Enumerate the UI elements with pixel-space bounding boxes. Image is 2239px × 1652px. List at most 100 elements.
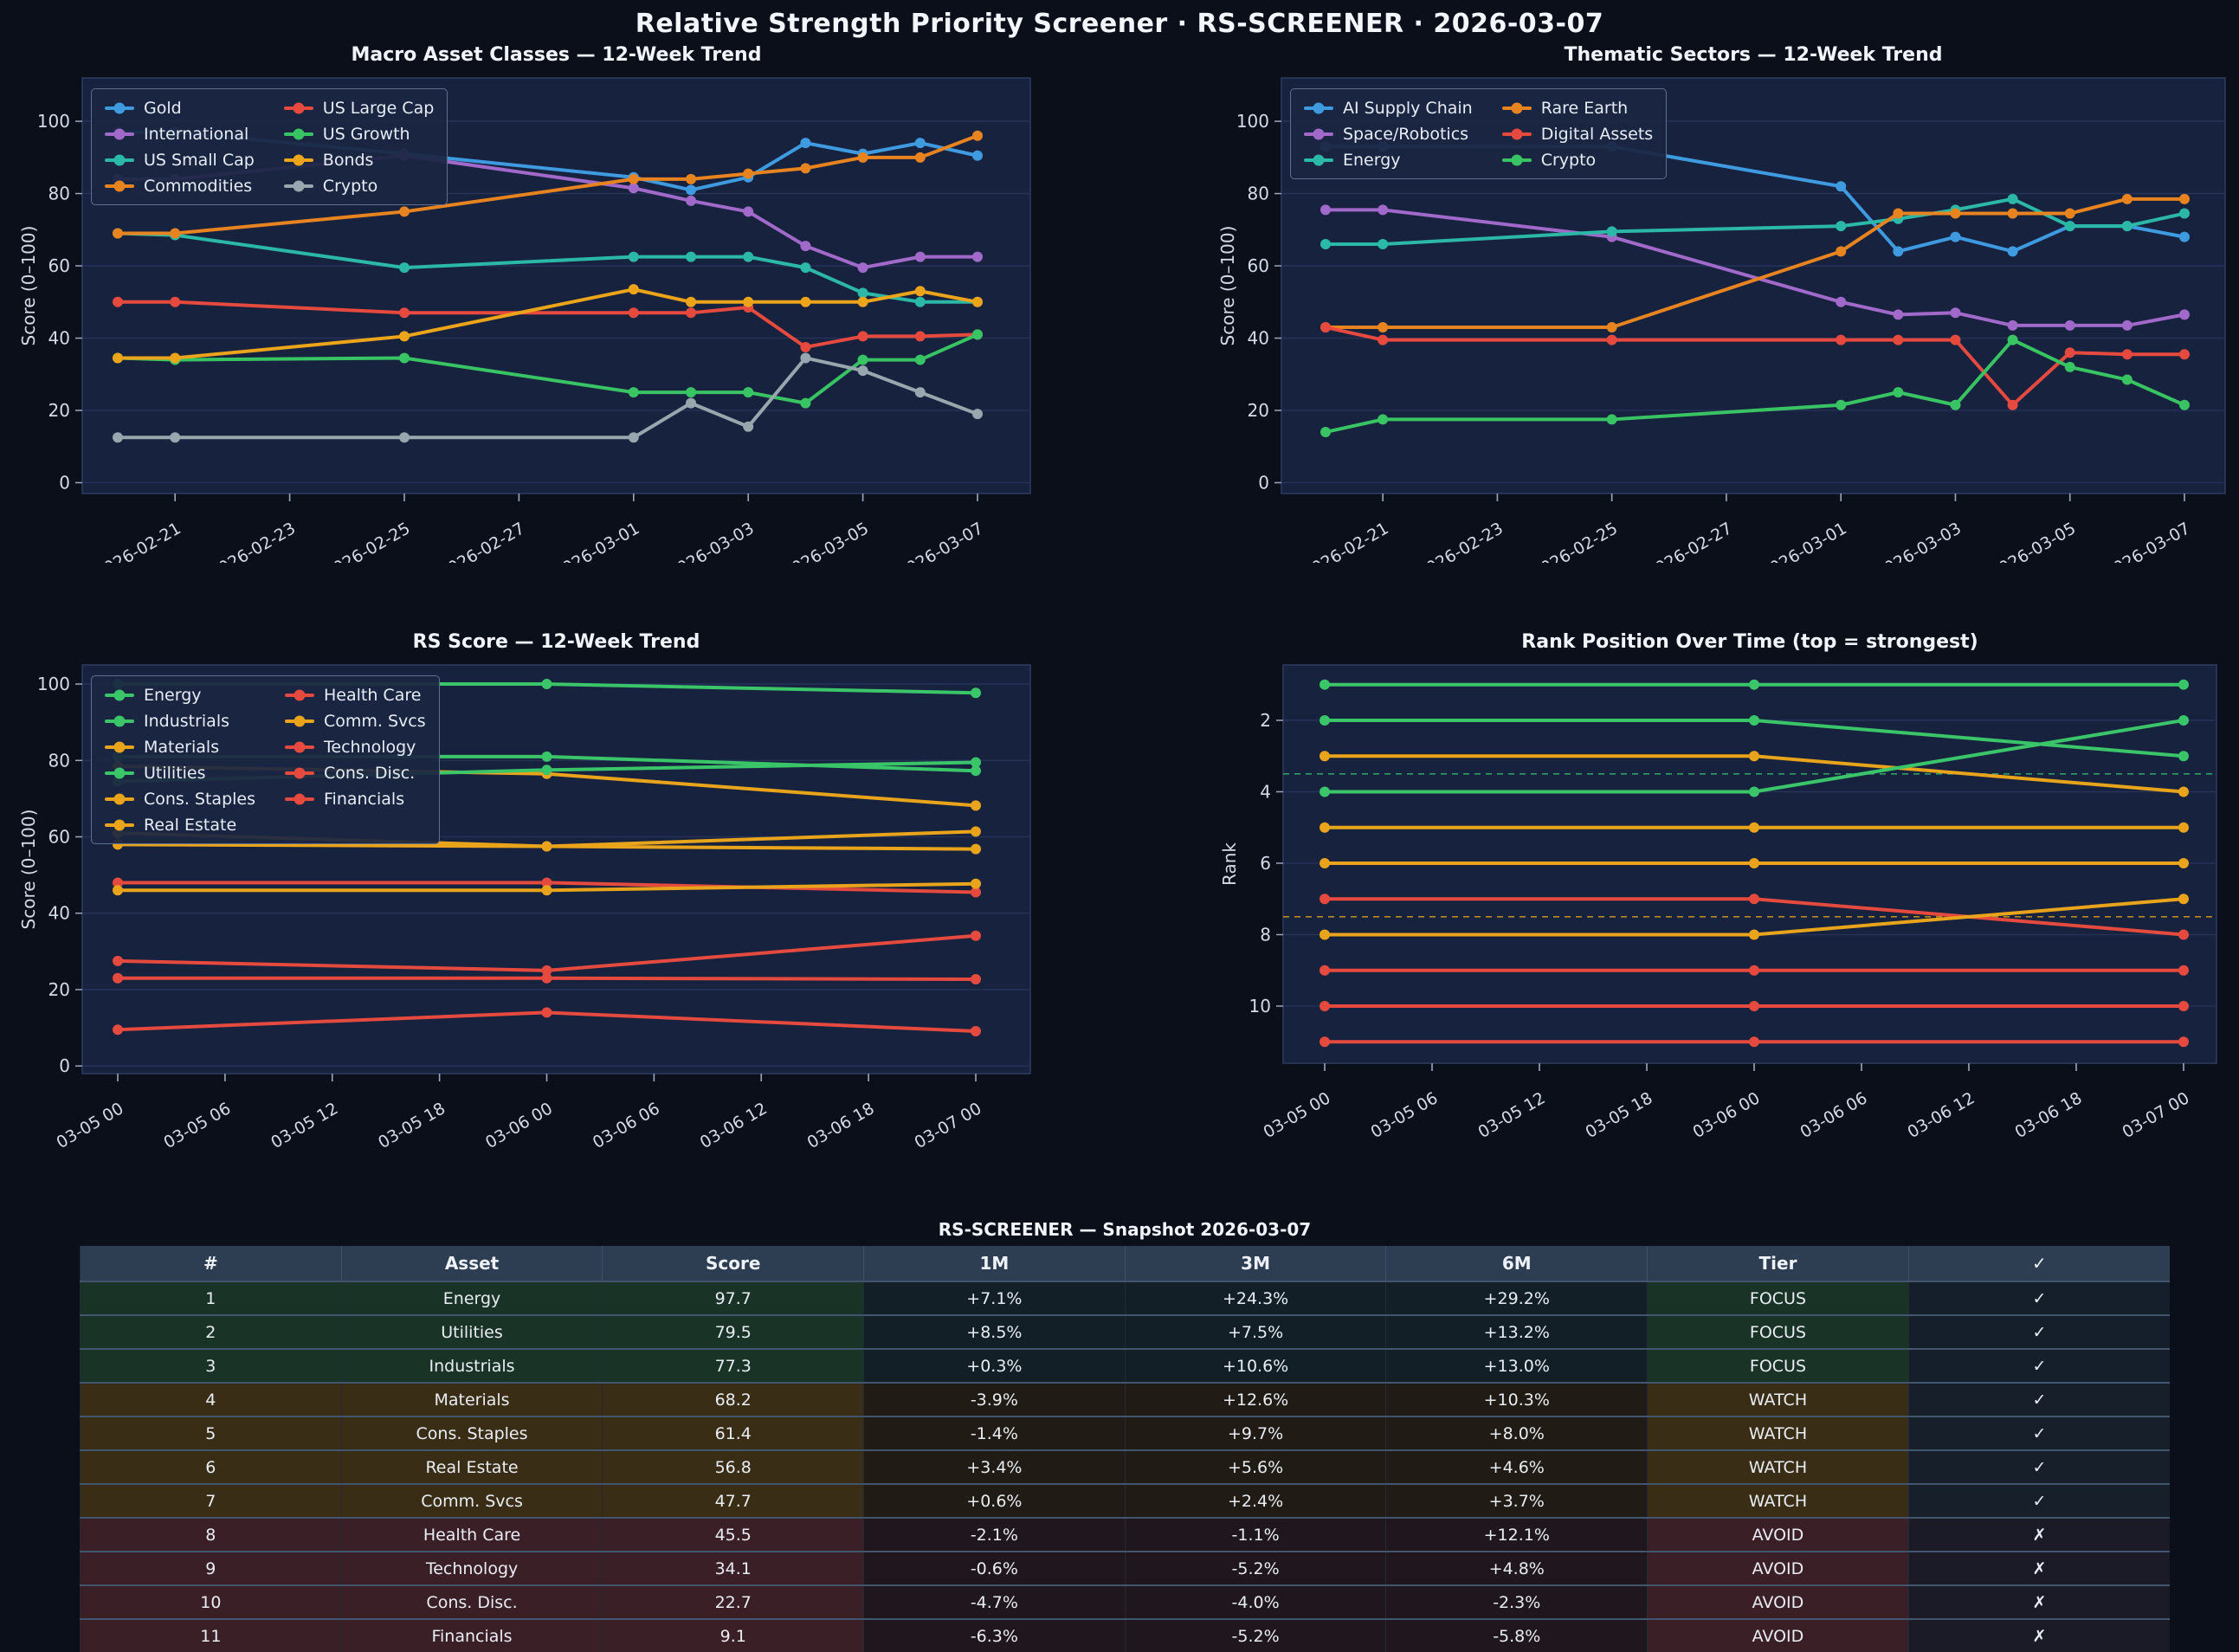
legend-item-industrials[interactable]: Industrials <box>105 709 255 732</box>
table-row[interactable]: 6Real Estate56.8+3.4%+5.6%+4.6%WATCH✓ <box>81 1450 2171 1484</box>
svg-text:40: 40 <box>48 903 70 924</box>
table-row[interactable]: 10Cons. Disc.22.7-4.7%-4.0%-2.3%AVOID✗ <box>81 1585 2171 1619</box>
svg-text:4: 4 <box>1260 781 1271 802</box>
pct-1m-cell: +7.1% <box>864 1281 1126 1315</box>
legend-item-technology[interactable]: Technology <box>285 735 426 758</box>
asset-cell: Comm. Svcs <box>341 1484 603 1518</box>
legend-swatch-icon <box>285 720 314 723</box>
tier-badge: AVOID <box>1648 1552 1909 1585</box>
legend-item-international[interactable]: International <box>105 122 255 145</box>
pct-6m-cell: +29.2% <box>1386 1281 1648 1315</box>
legend-item-energy[interactable]: Energy <box>1304 148 1473 171</box>
legend-swatch-icon <box>105 720 134 723</box>
pct-1m-cell: +0.3% <box>864 1349 1126 1383</box>
screener-table-section: RS-SCREENER — Snapshot 2026-03-07 #Asset… <box>80 1219 2170 1652</box>
table-header: #AssetScore1M3M6MTier✓ <box>81 1246 2171 1281</box>
svg-text:2026-03-05: 2026-03-05 <box>779 519 872 563</box>
svg-text:03-05 06: 03-05 06 <box>1368 1088 1442 1142</box>
pct-1m-cell: +8.5% <box>864 1315 1126 1349</box>
check-cell: ✓ <box>1908 1416 2170 1450</box>
table-row[interactable]: 3Industrials77.3+0.3%+10.6%+13.0%FOCUS✓ <box>81 1349 2171 1383</box>
legend-label: Industrials <box>144 712 229 731</box>
legend-swatch-icon <box>284 106 313 110</box>
legend-item-gold[interactable]: Gold <box>105 96 255 119</box>
table-row[interactable]: 1Energy97.7+7.1%+24.3%+29.2%FOCUS✓ <box>81 1281 2171 1315</box>
pct-6m-cell: +4.8% <box>1386 1552 1648 1585</box>
asset-cell: Cons. Staples <box>341 1416 603 1450</box>
legend-item-comm-svcs[interactable]: Comm. Svcs <box>285 709 426 732</box>
svg-text:80: 80 <box>48 750 70 771</box>
rank-cell: 3 <box>81 1349 342 1383</box>
table-row[interactable]: 9Technology34.1-0.6%-5.2%+4.8%AVOID✗ <box>81 1552 2171 1585</box>
legend-item-space-robotics[interactable]: Space/Robotics <box>1304 122 1473 145</box>
table-row[interactable]: 7Comm. Svcs47.7+0.6%+2.4%+3.7%WATCH✓ <box>81 1484 2171 1518</box>
legend-item-ai-supply-chain[interactable]: AI Supply Chain <box>1304 96 1473 119</box>
legend-item-utilities[interactable]: Utilities <box>105 761 255 784</box>
legend-item-rare-earth[interactable]: Rare Earth <box>1502 96 1654 119</box>
legend-label: Bonds <box>323 151 374 170</box>
thematic-legend: AI Supply Chain Space/Robotics Energy Rare … <box>1290 88 1667 179</box>
table-row[interactable]: 4Materials68.2-3.9%+12.6%+10.3%WATCH✓ <box>81 1383 2171 1416</box>
check-cell: ✗ <box>1908 1552 2170 1585</box>
check-cell: ✓ <box>1908 1484 2170 1518</box>
legend-item-us-growth[interactable]: US Growth <box>284 122 434 145</box>
legend-item-energy[interactable]: Energy <box>105 683 255 707</box>
pct-1m-cell: -4.7% <box>864 1585 1126 1619</box>
legend-item-cons-staples[interactable]: Cons. Staples <box>105 787 255 810</box>
legend-label: AI Supply Chain <box>1343 99 1473 118</box>
tier-badge: AVOID <box>1648 1585 1909 1619</box>
legend-item-commodities[interactable]: Commodities <box>105 174 255 197</box>
legend-item-real-estate[interactable]: Real Estate <box>105 813 255 836</box>
pct-3m-cell: +10.6% <box>1125 1349 1386 1383</box>
column-header-score: Score <box>603 1246 864 1281</box>
score-cell: 45.5 <box>603 1518 864 1552</box>
score-cell: 77.3 <box>603 1349 864 1383</box>
tier-badge: AVOID <box>1648 1518 1909 1552</box>
pct-6m-cell: +12.1% <box>1386 1518 1648 1552</box>
table-row[interactable]: 5Cons. Staples61.4-1.4%+9.7%+8.0%WATCH✓ <box>81 1416 2171 1450</box>
svg-text:03-07 00: 03-07 00 <box>912 1099 985 1152</box>
svg-text:2026-02-23: 2026-02-23 <box>206 519 299 563</box>
table-row[interactable]: 8Health Care45.5-2.1%-1.1%+12.1%AVOID✗ <box>81 1518 2171 1552</box>
svg-text:80: 80 <box>48 184 70 204</box>
svg-text:2026-02-27: 2026-02-27 <box>436 519 528 563</box>
legend-item-cons-disc-[interactable]: Cons. Disc. <box>285 761 426 784</box>
legend-label: Crypto <box>323 177 377 196</box>
legend-item-crypto[interactable]: Crypto <box>1502 148 1654 171</box>
rank-cell: 8 <box>81 1518 342 1552</box>
legend-item-us-large-cap[interactable]: US Large Cap <box>284 96 434 119</box>
svg-text:03-05 18: 03-05 18 <box>375 1099 448 1152</box>
legend-item-financials[interactable]: Financials <box>285 787 426 810</box>
pct-6m-cell: +3.7% <box>1386 1484 1648 1518</box>
rank-plot: 24681003-05 0003-05 0603-05 1203-05 1803… <box>1216 622 2239 1152</box>
svg-text:2: 2 <box>1260 710 1271 731</box>
tier-badge: WATCH <box>1648 1416 1909 1450</box>
pct-6m-cell: -2.3% <box>1386 1585 1648 1619</box>
legend-item-us-small-cap[interactable]: US Small Cap <box>105 148 255 171</box>
svg-text:20: 20 <box>48 400 70 421</box>
legend-swatch-icon <box>284 184 313 188</box>
legend-swatch-icon <box>105 694 134 697</box>
legend-item-health-care[interactable]: Health Care <box>285 683 426 707</box>
svg-text:80: 80 <box>1248 184 1269 204</box>
legend-item-bonds[interactable]: Bonds <box>284 148 434 171</box>
svg-text:03-06 00: 03-06 00 <box>1690 1088 1764 1142</box>
tier-badge: AVOID <box>1648 1619 1909 1652</box>
table-row[interactable]: 2Utilities79.5+8.5%+7.5%+13.2%FOCUS✓ <box>81 1315 2171 1349</box>
legend-item-crypto[interactable]: Crypto <box>284 174 434 197</box>
legend-label: International <box>144 125 248 144</box>
asset-cell: Financials <box>341 1619 603 1652</box>
pct-1m-cell: +0.6% <box>864 1484 1126 1518</box>
legend-swatch-icon <box>284 132 313 136</box>
score-cell: 34.1 <box>603 1552 864 1585</box>
check-cell: ✗ <box>1908 1585 2170 1619</box>
pct-3m-cell: -5.2% <box>1125 1552 1386 1585</box>
svg-text:Score (0–100): Score (0–100) <box>1217 226 1238 346</box>
table-row[interactable]: 11Financials9.1-6.3%-5.2%-5.8%AVOID✗ <box>81 1619 2171 1652</box>
svg-text:RS Score — 12-Week Trend: RS Score — 12-Week Trend <box>413 631 700 653</box>
legend-item-digital-assets[interactable]: Digital Assets <box>1502 122 1654 145</box>
legend-label: Technology <box>324 738 416 757</box>
legend-item-materials[interactable]: Materials <box>105 735 255 758</box>
svg-text:03-06 18: 03-06 18 <box>2012 1088 2086 1142</box>
svg-text:03-05 06: 03-05 06 <box>160 1099 234 1152</box>
